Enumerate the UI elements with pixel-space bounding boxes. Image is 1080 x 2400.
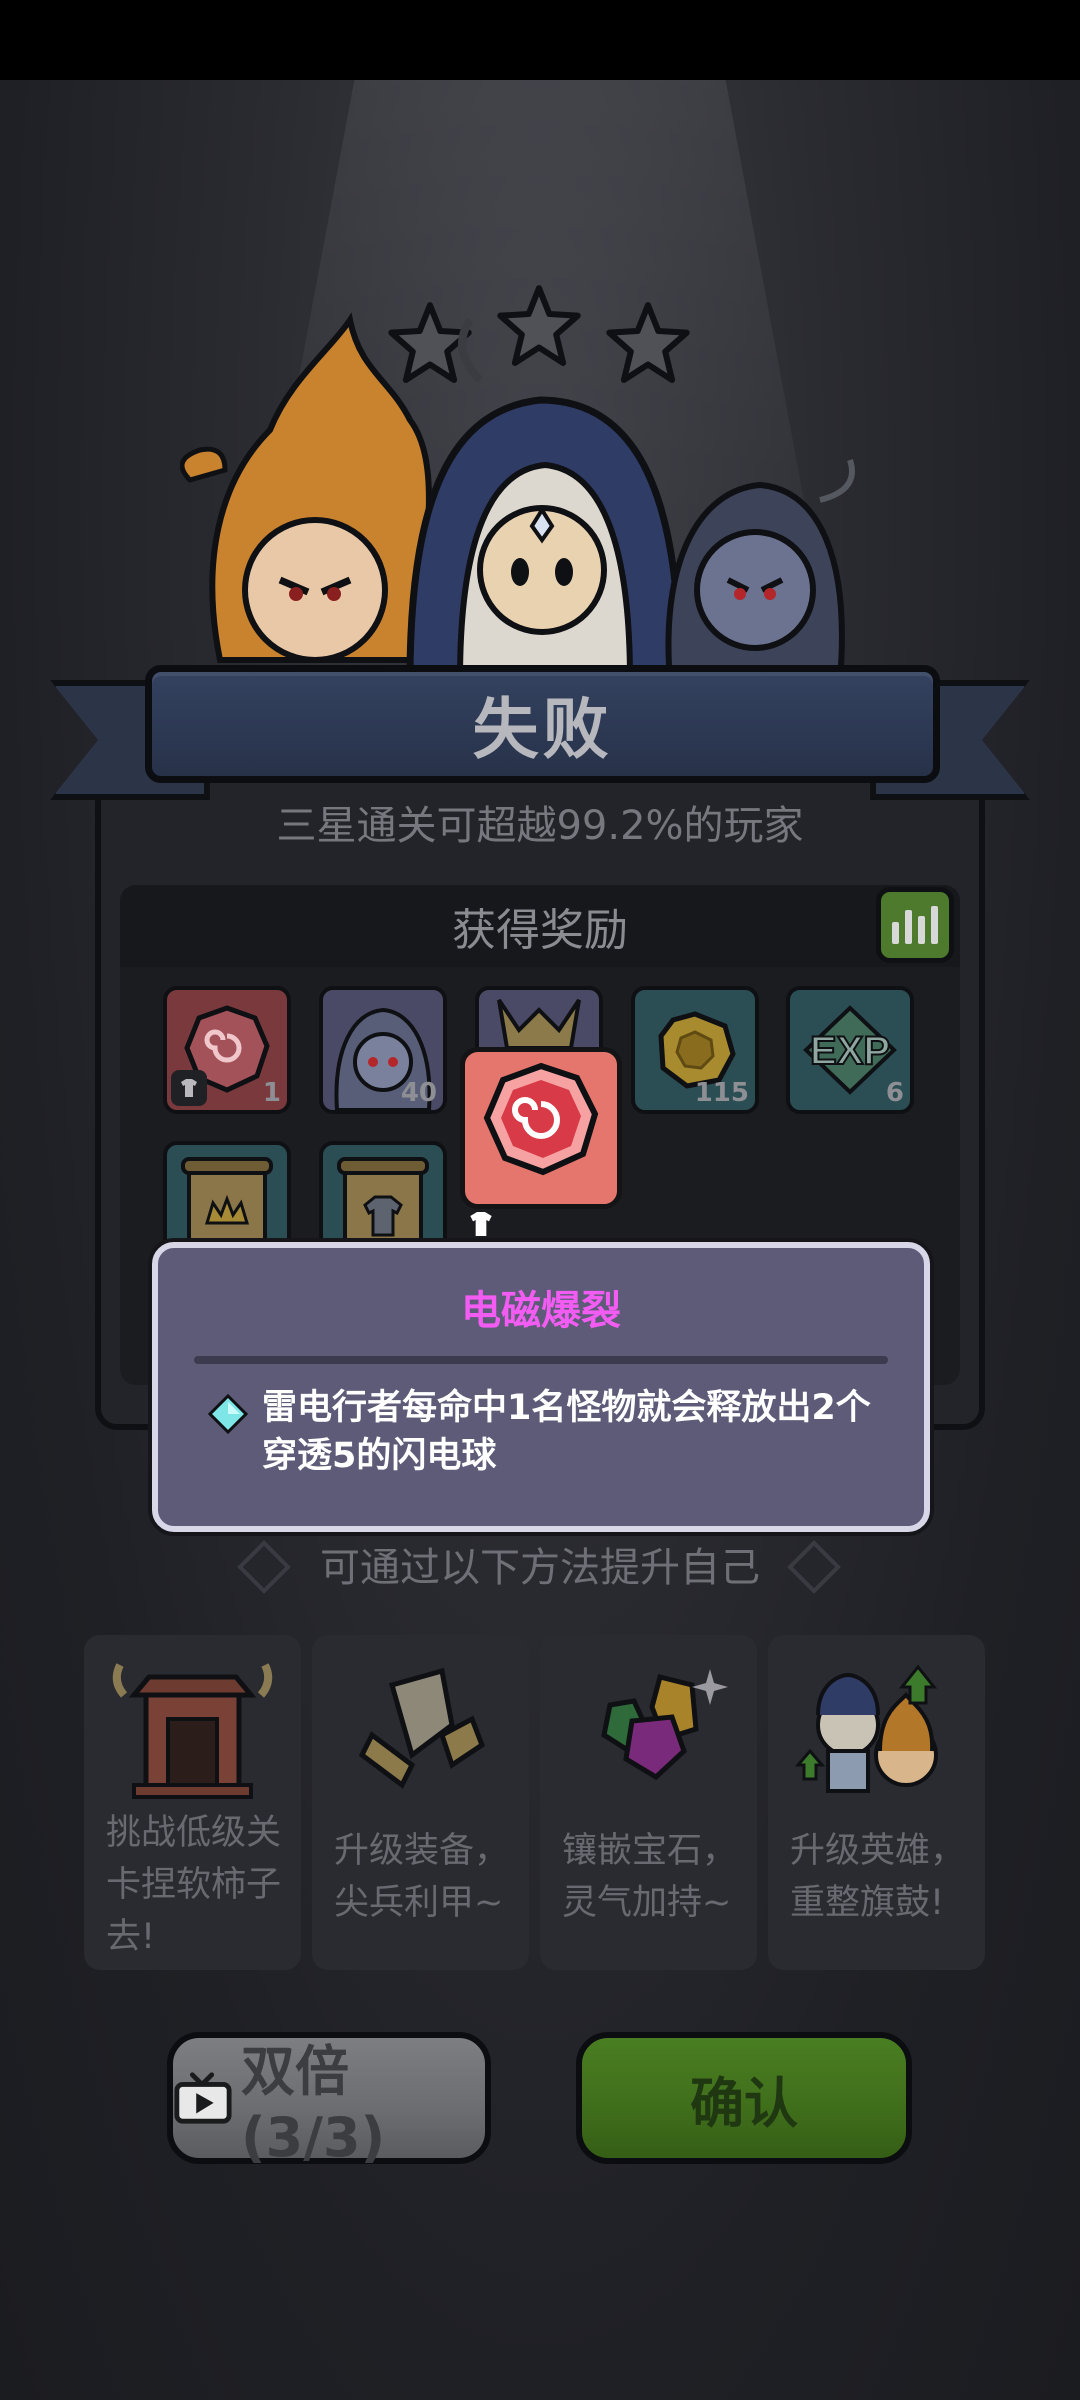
- reward-item-red-gem[interactable]: 1: [163, 986, 291, 1114]
- reward-item-exp[interactable]: EXP 6: [786, 986, 914, 1114]
- result-banner: 失败: [145, 665, 940, 783]
- reward-header: 获得奖励: [120, 885, 960, 967]
- tip-card-gems[interactable]: 镶嵌宝石，灵气加持~: [540, 1635, 757, 1970]
- heroes-upgrade-icon: [794, 1664, 938, 1793]
- reward-count: 1: [262, 1078, 281, 1108]
- confirm-button[interactable]: 确认: [576, 2032, 912, 2164]
- reward-count: 40: [400, 1078, 437, 1108]
- tip-card-equipment[interactable]: 升级装备，尖兵利甲~: [312, 1635, 529, 1970]
- tip-text: 升级装备，尖兵利甲~: [334, 1831, 510, 1923]
- equipment-icon: [358, 1667, 486, 1789]
- reward-count: 6: [885, 1078, 904, 1108]
- armor-tag-icon: [171, 1070, 207, 1106]
- reward-item-gold[interactable]: 115: [631, 986, 759, 1114]
- tooltip-divider: [194, 1356, 888, 1364]
- selected-gem-item[interactable]: [460, 1047, 622, 1236]
- horned-helmet-icon: [497, 998, 581, 1050]
- svg-text:EXP: EXP: [810, 1029, 890, 1073]
- reward-title: 获得奖励: [452, 905, 628, 956]
- gate-icon: [112, 1663, 273, 1799]
- diamond-bullet-icon: [208, 1394, 248, 1434]
- result-title: 失败: [472, 691, 613, 768]
- video-ad-icon: [174, 2072, 232, 2124]
- status-bar: [0, 0, 1080, 80]
- gem-tooltip: 电磁爆裂 雷电行者每命中1名怪物就会释放出2个穿透5的闪电球: [152, 1242, 930, 1532]
- tip-text: 镶嵌宝石，灵气加持~: [562, 1831, 738, 1923]
- reward-item-hero[interactable]: 40: [319, 986, 447, 1114]
- defeated-heroes-illustration: [180, 312, 855, 680]
- reward-count: 115: [694, 1078, 749, 1108]
- tip-card-heroes[interactable]: 升级英雄，重整旗鼓!: [768, 1635, 985, 1970]
- tip-text: 升级英雄，重整旗鼓!: [790, 1831, 966, 1923]
- confirm-button-label: 确认: [690, 2071, 798, 2135]
- tooltip-title: 电磁爆裂: [461, 1288, 621, 1334]
- double-button-label: 双倍(3/3): [240, 2040, 386, 2169]
- red-gem-icon: [483, 1062, 599, 1176]
- tip-card-challenge[interactable]: 挑战低级关卡捏软柿子去!: [84, 1635, 301, 1970]
- tip-text: 挑战低级关卡捏软柿子去!: [106, 1813, 282, 1957]
- stats-button[interactable]: [876, 887, 954, 963]
- result-subtitle: 三星通关可超越99.2%的玩家: [276, 803, 804, 849]
- tips-header: 可通过以下方法提升自己: [320, 1545, 760, 1591]
- gems-icon: [601, 1669, 728, 1781]
- double-reward-button[interactable]: 双倍(3/3): [167, 2032, 491, 2169]
- tooltip-description: 雷电行者每命中1名怪物就会释放出2个穿透5的闪电球: [262, 1388, 871, 1476]
